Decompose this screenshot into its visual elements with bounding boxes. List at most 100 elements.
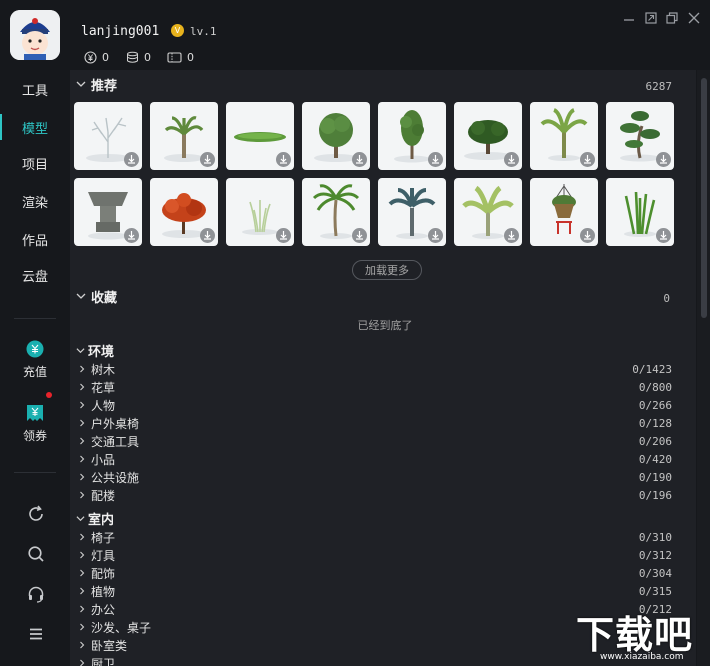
chevron-right-icon (80, 365, 85, 373)
category-row-count: 0/312 (638, 548, 672, 562)
model-thumb-hanging-basket[interactable] (530, 178, 598, 246)
category-interior-header[interactable]: 室内 (76, 509, 114, 528)
avatar[interactable] (10, 10, 60, 60)
maximize-icon[interactable] (665, 11, 679, 25)
category-row-count: 0/196 (638, 488, 672, 502)
category-row-count: 0/315 (638, 584, 672, 598)
refresh-icon[interactable] (26, 504, 46, 524)
model-thumb-grass-patch[interactable] (226, 102, 294, 170)
model-thumb-bare-tree[interactable] (74, 102, 142, 170)
watermark-text: 下载吧 (576, 613, 694, 657)
sidebar-item-cloud[interactable]: 云盘 (0, 258, 70, 292)
model-thumb-bonsai-pine[interactable] (606, 102, 674, 170)
category-row[interactable]: 配楼 0/196 (78, 486, 672, 504)
download-icon[interactable] (124, 228, 139, 243)
category-row[interactable]: 小品 0/420 (78, 450, 672, 468)
download-icon[interactable] (124, 152, 139, 167)
download-icon[interactable] (352, 228, 367, 243)
minimize-icon[interactable] (622, 11, 636, 25)
chevron-right-icon (80, 401, 85, 409)
search-icon[interactable] (26, 544, 46, 564)
chevron-right-icon (80, 455, 85, 463)
stat-coins: 0 (126, 51, 151, 64)
category-row-label: 沙发、桌子 (91, 620, 152, 635)
ticket-icon (167, 51, 182, 64)
category-row-label: 办公 (91, 602, 116, 617)
download-icon[interactable] (580, 228, 595, 243)
sidebar-item-models[interactable]: 模型 (0, 110, 70, 144)
category-row[interactable]: 户外桌椅 0/128 (78, 414, 672, 432)
model-thumb-round-tree[interactable] (302, 102, 370, 170)
category-row-label: 公共设施 (91, 470, 140, 485)
category-row[interactable]: 人物 0/266 (78, 396, 672, 414)
sidebar-item-render[interactable]: 渲染 (0, 184, 70, 218)
model-thumb-bushy-tree[interactable] (454, 102, 522, 170)
category-row[interactable]: 交通工具 0/206 (78, 432, 672, 450)
category-row-count: 0/206 (638, 434, 672, 448)
category-row-count: 0/190 (638, 470, 672, 484)
chevron-right-icon (80, 437, 85, 445)
chevron-right-icon (80, 383, 85, 391)
category-row-label: 配饰 (91, 566, 116, 581)
model-thumb-banana-plant[interactable] (530, 102, 598, 170)
recommend-count: 6287 (645, 80, 673, 93)
category-row[interactable]: 配饰 0/304 (78, 564, 672, 582)
download-icon[interactable] (656, 152, 671, 167)
model-thumb-tall-grass[interactable] (606, 178, 674, 246)
load-more-button[interactable]: 加载更多 (352, 260, 422, 280)
recharge-button[interactable]: 充值 (0, 340, 70, 380)
category-row[interactable]: 树木 0/1423 (78, 360, 672, 378)
category-row-label: 椅子 (91, 530, 116, 545)
category-row-count: 0/128 (638, 416, 672, 430)
model-thumb-tall-tree[interactable] (378, 102, 446, 170)
model-thumb-small-palm[interactable] (150, 102, 218, 170)
category-row[interactable]: 公共设施 0/190 (78, 468, 672, 486)
download-icon[interactable] (352, 152, 367, 167)
sidebar-item-projects[interactable]: 项目 (0, 146, 70, 180)
model-thumb-red-maple[interactable] (150, 178, 218, 246)
headset-icon[interactable] (26, 584, 46, 604)
recommend-header[interactable]: 推荐 (76, 74, 117, 94)
stat-tickets-value: 0 (187, 51, 194, 64)
restore-icon[interactable] (644, 11, 658, 25)
chevron-right-icon (80, 419, 85, 427)
download-icon[interactable] (428, 228, 443, 243)
download-icon[interactable] (200, 228, 215, 243)
download-icon[interactable] (276, 152, 291, 167)
sidebar-item-tools[interactable]: 工具 (0, 72, 70, 106)
coupon-icon (25, 404, 45, 424)
category-environment-header[interactable]: 环境 (76, 341, 114, 360)
download-icon[interactable] (580, 152, 595, 167)
menu-icon[interactable] (26, 624, 46, 644)
download-icon[interactable] (200, 152, 215, 167)
download-icon[interactable] (504, 228, 519, 243)
category-row[interactable]: 椅子 0/310 (78, 528, 672, 546)
sidebar-item-works[interactable]: 作品 (0, 222, 70, 256)
yen-bubble-icon (25, 340, 45, 360)
chevron-down-icon (76, 347, 85, 353)
favorites-title: 收藏 (91, 290, 118, 306)
model-thumb-banana-tree[interactable] (454, 178, 522, 246)
recharge-label: 充值 (22, 365, 47, 379)
category-row-count: 0/1423 (632, 362, 672, 376)
download-icon[interactable] (428, 152, 443, 167)
model-thumb-coconut-palm[interactable] (302, 178, 370, 246)
scrollbar-thumb[interactable] (701, 78, 707, 318)
download-icon[interactable] (276, 228, 291, 243)
model-thumb-reeds[interactable] (226, 178, 294, 246)
watermark-url: www.xiazaiba.com (600, 652, 684, 662)
model-thumb-fan-palm[interactable] (378, 178, 446, 246)
model-thumb-stone-planter[interactable] (74, 178, 142, 246)
coupon-button[interactable]: 领券 (0, 404, 70, 444)
category-row-count: 0/304 (638, 566, 672, 580)
stat-balance: 0 (84, 51, 109, 64)
category-row[interactable]: 灯具 0/312 (78, 546, 672, 564)
stat-balance-value: 0 (102, 51, 109, 64)
category-row[interactable]: 花草 0/800 (78, 378, 672, 396)
download-icon[interactable] (656, 228, 671, 243)
close-icon[interactable] (687, 11, 701, 25)
favorites-header[interactable]: 收藏 (76, 286, 117, 306)
category-row[interactable]: 植物 0/315 (78, 582, 672, 600)
level-badge-icon: V (171, 24, 184, 37)
download-icon[interactable] (504, 152, 519, 167)
